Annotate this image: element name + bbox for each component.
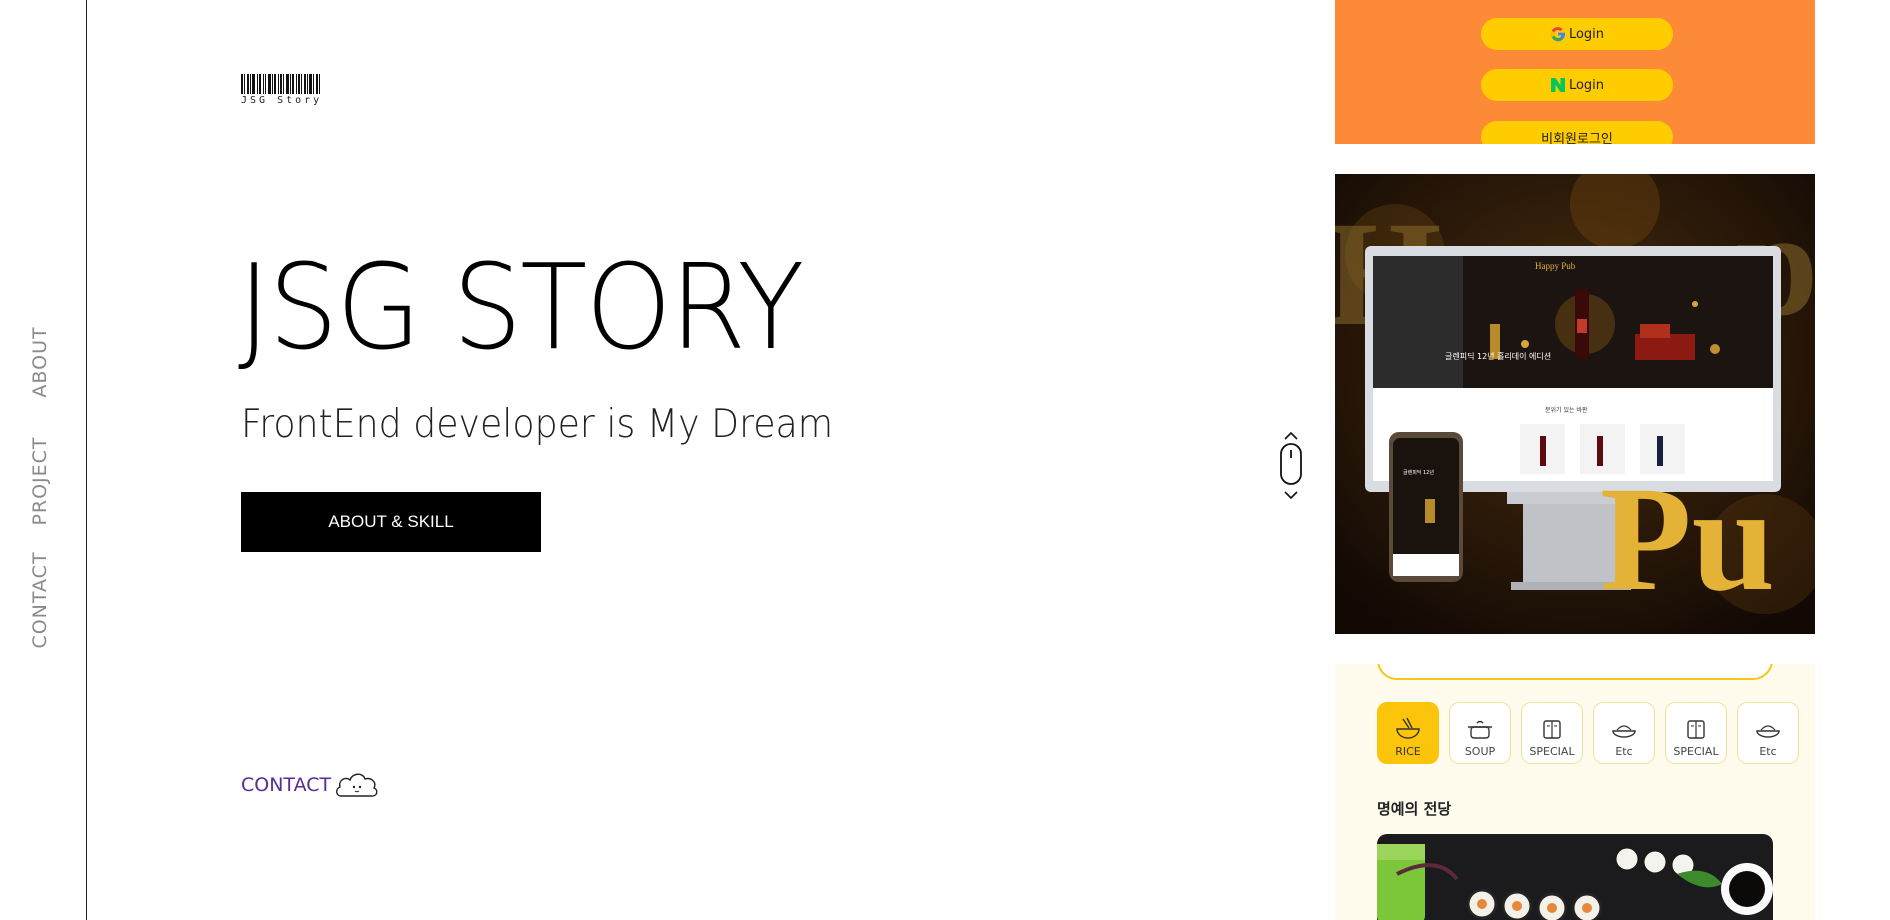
svg-text:글렌피딕 12년: 글렌피딕 12년 xyxy=(1403,469,1434,476)
dish-icon xyxy=(1756,725,1780,738)
category-soup[interactable]: SOUP xyxy=(1449,702,1511,764)
sidebar-item-project[interactable]: PROJECT xyxy=(29,436,51,525)
sidebar-item-about[interactable]: ABOUT xyxy=(29,326,51,397)
google-login-button[interactable]: Login xyxy=(1481,18,1673,50)
guest-login-label: 비회원로그인 xyxy=(1541,131,1613,145)
scroll-mouse-icon[interactable] xyxy=(1276,430,1306,502)
contact-label: CONTACT xyxy=(241,774,332,796)
naver-login-button[interactable]: Login xyxy=(1481,69,1673,101)
category-label: SPECIAL xyxy=(1529,745,1575,758)
pub-bg-word: Pu xyxy=(1600,456,1775,622)
sidebar-nav: ABOUT PROJECT CONTACT xyxy=(0,0,87,920)
hero-title: JSG STORY xyxy=(238,238,804,376)
category-label: Etc xyxy=(1759,745,1777,758)
rice-bowl-icon xyxy=(1396,717,1420,739)
category-label: Etc xyxy=(1615,745,1633,758)
food-search-bar xyxy=(1377,664,1773,680)
logo-text: JSG Story xyxy=(241,95,323,106)
category-label: SPECIAL xyxy=(1673,745,1719,758)
category-label: SOUP xyxy=(1464,745,1496,758)
project-preview-food[interactable]: RICE SOUP SPECIAL Etc SPECIAL Etc 명예의 전당 xyxy=(1335,664,1815,920)
category-label: RICE xyxy=(1395,745,1421,758)
pot-icon xyxy=(1468,720,1492,739)
pub-preview-image: H p: Happy Pub 글렌피딕 12년 홀리데이 에디션 분위기 있는 … xyxy=(1335,174,1815,634)
dish-icon xyxy=(1612,725,1636,738)
category-rice[interactable]: RICE xyxy=(1377,702,1439,764)
project-preview-pub[interactable]: H p: Happy Pub 글렌피딕 12년 홀리데이 에디션 분위기 있는 … xyxy=(1335,174,1815,634)
pub-section-text: 분위기 있는 바판 xyxy=(1545,406,1588,414)
category-etc-2[interactable]: Etc xyxy=(1737,702,1799,764)
category-special-2[interactable]: SPECIAL xyxy=(1665,702,1727,764)
barcode-icon xyxy=(241,74,331,94)
guest-login-button[interactable]: 비회원로그인 xyxy=(1481,121,1673,144)
google-icon xyxy=(1550,27,1565,42)
naver-login-label: Login xyxy=(1568,77,1605,93)
naver-icon xyxy=(1550,78,1565,92)
pub-brand-text: Happy Pub xyxy=(1535,261,1576,271)
sidebar-item-contact[interactable]: CONTACT xyxy=(29,551,51,648)
hall-of-fame-title: 명예의 전당 xyxy=(1377,800,1452,818)
sushi-photo xyxy=(1377,834,1773,920)
about-skill-button[interactable]: ABOUT & SKILL xyxy=(241,492,541,552)
contact-link[interactable]: CONTACT xyxy=(241,770,379,800)
category-special[interactable]: SPECIAL xyxy=(1521,702,1583,764)
pub-banner-text: 글렌피딕 12년 홀리데이 에디션 xyxy=(1445,351,1551,361)
cloud-face-icon xyxy=(336,773,378,797)
site-logo[interactable]: JSG Story xyxy=(241,74,331,106)
category-etc[interactable]: Etc xyxy=(1593,702,1655,764)
project-preview-login[interactable]: Login Login 비회원로그인 xyxy=(1335,0,1815,144)
menu-book-icon xyxy=(1687,720,1705,739)
google-login-label: Login xyxy=(1568,26,1605,42)
hero-subtitle: FrontEnd developer is My Dream xyxy=(241,402,834,447)
menu-book-icon xyxy=(1543,720,1561,739)
